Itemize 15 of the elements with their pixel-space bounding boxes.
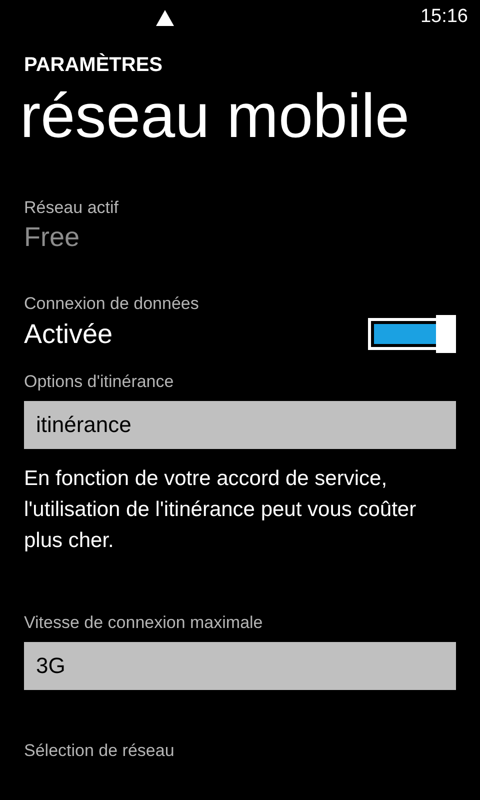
setting-label: Réseau actif: [24, 197, 120, 219]
status-time: 15:16: [420, 6, 468, 28]
setting-label: Connexion de données: [24, 293, 200, 315]
roaming-note: En fonction de votre accord de service, l'utilisation de l'itinérance peut vous coûter plus cher.: [24, 466, 418, 554]
setting-label: Options d'itinérance: [24, 371, 175, 393]
dropdown-field[interactable]: itinérance: [24, 401, 456, 449]
setting-value: Activée: [24, 318, 113, 351]
setting-label: Vitesse de connexion maximale: [24, 612, 264, 634]
app-title: PARAMÈTRES: [24, 54, 164, 77]
setting-value: Free: [24, 221, 81, 254]
setting-label: Sélection de réseau: [24, 740, 176, 762]
page-title: réseau mobile: [20, 81, 410, 153]
toggle-switch[interactable]: [368, 315, 456, 353]
dropdown-field[interactable]: 3G: [24, 642, 456, 690]
up-triangle-icon: [156, 10, 174, 26]
